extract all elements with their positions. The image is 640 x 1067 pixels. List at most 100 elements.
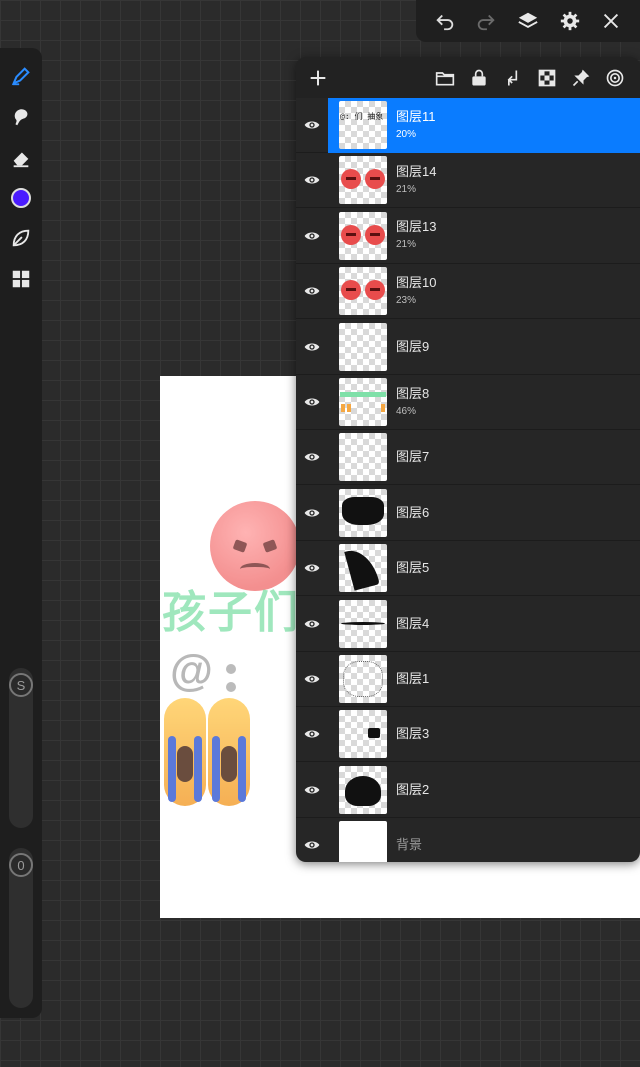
layer-row[interactable]: 图层5 <box>296 541 640 597</box>
brush-opacity-knob[interactable]: 0 <box>9 853 33 877</box>
layer-meta: 图层3 <box>396 726 429 742</box>
layers-icon[interactable] <box>513 6 543 36</box>
at-symbol-text: @ <box>170 646 213 695</box>
visibility-eye-icon[interactable] <box>296 762 328 817</box>
color-picker[interactable] <box>7 184 35 212</box>
visibility-eye-icon[interactable] <box>296 596 328 651</box>
layer-body[interactable]: 图层13 21% <box>328 208 640 263</box>
visibility-eye-icon[interactable] <box>296 485 328 540</box>
visibility-eye-icon[interactable] <box>296 707 328 762</box>
visibility-eye-icon[interactable] <box>296 430 328 485</box>
layer-row[interactable]: 图层1 <box>296 652 640 707</box>
visibility-eye-icon[interactable] <box>296 98 328 153</box>
redo-icon[interactable] <box>471 6 501 36</box>
layer-body[interactable]: 背景 <box>328 818 640 862</box>
visibility-eye-icon[interactable] <box>296 818 328 862</box>
layer-thumbnail <box>339 488 387 537</box>
merge-down-icon[interactable] <box>496 64 530 92</box>
visibility-eye-icon[interactable] <box>296 264 328 319</box>
layer-row[interactable]: 图层2 <box>296 763 640 818</box>
layer-name: 图层1 <box>396 671 430 686</box>
close-icon[interactable] <box>596 6 626 36</box>
visibility-eye-icon[interactable] <box>296 375 328 430</box>
brush-size-knob[interactable]: S <box>9 673 33 697</box>
layer-row[interactable]: 图层3 <box>296 707 640 763</box>
thumb-text: @: 们 抽象 ? <box>340 112 387 121</box>
left-tool-rail: S 0 <box>0 48 42 1018</box>
layer-row[interactable]: @: 们 抽象 ? 图层11 20% <box>296 97 640 153</box>
eraser-icon[interactable] <box>7 144 35 172</box>
gear-icon[interactable] <box>555 6 585 36</box>
layer-body[interactable]: 图层7 <box>328 430 640 485</box>
layer-row[interactable]: 图层8 46% <box>296 375 640 430</box>
layer-body[interactable]: 图层5 <box>328 541 640 596</box>
layer-opacity: 20% <box>396 128 417 140</box>
layer-meta: 图层11 20% <box>396 109 436 142</box>
leaf-icon[interactable] <box>7 224 35 252</box>
layer-name: 图层5 <box>396 560 430 576</box>
layer-body[interactable]: 图层14 21% <box>328 153 640 208</box>
layer-thumbnail <box>339 267 387 316</box>
visibility-eye-icon[interactable] <box>296 541 328 596</box>
layer-thumbnail <box>339 211 387 260</box>
layer-thumbnail <box>339 821 387 862</box>
layer-meta: 图层8 46% <box>396 386 429 419</box>
layer-row[interactable]: 图层7 <box>296 430 640 486</box>
layer-name: 图层13 <box>396 219 437 235</box>
layer-thumbnail <box>339 655 387 703</box>
current-color-swatch[interactable] <box>11 188 31 208</box>
layers-panel: @: 们 抽象 ? 图层11 20% 图层14 21% 图层13 21% 图层10 23% 图层9… <box>296 57 640 862</box>
folder-icon[interactable] <box>428 64 462 92</box>
checker-icon[interactable] <box>530 64 564 92</box>
layer-meta: 图层5 <box>396 560 429 576</box>
layer-row[interactable]: 图层10 23% <box>296 264 640 320</box>
layer-opacity: 21% <box>396 183 417 195</box>
add-icon[interactable] <box>306 66 330 90</box>
smudge-icon[interactable] <box>7 103 35 131</box>
visibility-eye-icon[interactable] <box>296 652 328 707</box>
undo-icon[interactable] <box>430 6 460 36</box>
layers-panel-header <box>296 57 640 98</box>
layer-row[interactable]: 图层6 <box>296 486 640 541</box>
colon-dots <box>226 664 240 694</box>
layer-thumbnail: @: 们 抽象 ? <box>339 101 387 149</box>
grid-icon[interactable] <box>7 265 35 293</box>
layer-name: 图层4 <box>396 615 430 631</box>
layer-thumbnail <box>339 710 387 759</box>
layer-row[interactable]: 图层13 21% <box>296 209 640 264</box>
layer-name: 图层14 <box>396 163 437 179</box>
crying-face-emoji <box>164 698 206 806</box>
visibility-eye-icon[interactable] <box>296 208 328 263</box>
layer-name: 图层7 <box>396 449 430 465</box>
layer-body[interactable]: 图层9 <box>328 319 640 374</box>
layer-thumbnail <box>339 378 387 426</box>
visibility-eye-icon[interactable] <box>296 153 328 208</box>
visibility-eye-icon[interactable] <box>296 319 328 374</box>
layer-thumbnail <box>339 322 387 371</box>
layer-name: 图层6 <box>396 504 430 520</box>
layer-row[interactable]: 图层9 <box>296 320 640 375</box>
layer-row[interactable]: 图层14 21% <box>296 153 640 209</box>
layer-row[interactable]: 背景 <box>296 818 640 862</box>
layer-body[interactable]: 图层3 <box>328 707 640 762</box>
pin-icon[interactable] <box>564 64 598 92</box>
layer-body[interactable]: 图层8 46% <box>328 375 640 430</box>
lock-icon[interactable] <box>462 64 496 92</box>
layer-body[interactable]: 图层6 <box>328 485 640 540</box>
layer-body[interactable]: 图层10 23% <box>328 264 640 319</box>
layer-name: 背景 <box>396 837 423 853</box>
layer-body[interactable]: 图层2 <box>328 762 640 817</box>
layer-name: 图层9 <box>396 338 430 354</box>
layer-meta: 图层4 <box>396 616 429 632</box>
layer-body[interactable]: @: 们 抽象 ? 图层11 20% <box>328 97 640 153</box>
layer-name: 图层3 <box>396 726 430 742</box>
layer-row[interactable]: 图层4 <box>296 597 640 652</box>
layer-opacity: 46% <box>396 405 417 417</box>
layer-body[interactable]: 图层4 <box>328 596 640 651</box>
brush-icon[interactable] <box>7 62 35 90</box>
layer-body[interactable]: 图层1 <box>328 652 640 707</box>
layer-meta: 图层6 <box>396 505 429 521</box>
layer-thumbnail <box>339 765 387 814</box>
layer-meta: 图层13 21% <box>396 219 436 252</box>
reference-icon[interactable] <box>598 64 632 92</box>
